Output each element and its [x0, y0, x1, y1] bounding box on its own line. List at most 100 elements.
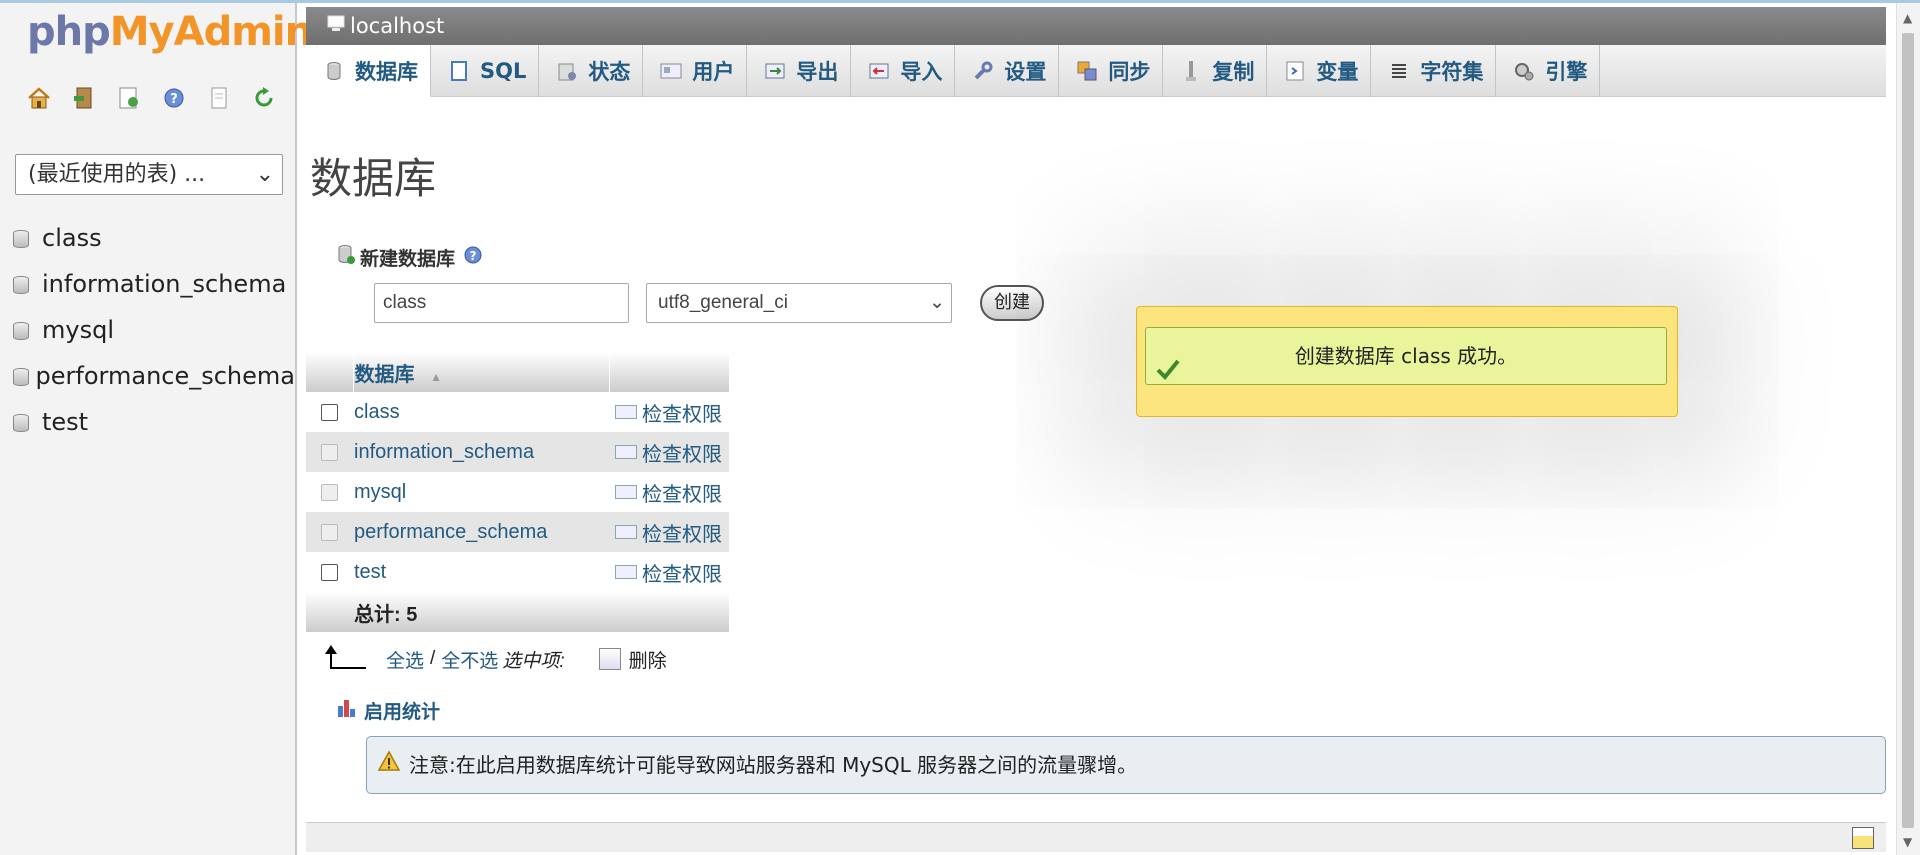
check-privileges-label: 检查权限 — [642, 483, 722, 506]
tab-label: 字符集 — [1420, 60, 1484, 84]
row-checkbox[interactable] — [321, 563, 338, 581]
exit-icon[interactable] — [71, 85, 96, 110]
help-icon[interactable]: ? — [463, 245, 483, 270]
privileges-icon — [615, 445, 637, 459]
main-panel: localhost 数据库 SQL 状态 用户 导出 导入 设置 同步 复制 变… — [306, 3, 1886, 855]
sidebar-item-test[interactable]: test — [0, 399, 295, 445]
tab-variables[interactable]: 变量 — [1267, 45, 1372, 97]
row-checkbox[interactable] — [321, 523, 338, 541]
sql-icon — [447, 59, 471, 83]
header-database-label: 数据库 — [354, 363, 415, 386]
tab-label: SQL — [480, 59, 527, 83]
success-message: 创建数据库 class 成功。 — [1294, 344, 1518, 368]
check-privileges-link[interactable]: 检查权限 — [615, 438, 729, 467]
scroll-down-icon[interactable]: ▼ — [1903, 835, 1912, 849]
table-row: performance_schema 检查权限 — [306, 512, 729, 552]
engines-icon — [1512, 59, 1536, 83]
sql-query-icon[interactable] — [116, 85, 141, 110]
database-icon — [322, 59, 346, 83]
check-privileges-link[interactable]: 检查权限 — [615, 478, 729, 507]
sidebar-item-mysql[interactable]: mysql — [0, 307, 295, 353]
recent-tables-value: (最近使用的表) ... — [28, 162, 206, 187]
database-link[interactable]: mysql — [354, 481, 406, 503]
sidebar-item-class[interactable]: class — [0, 215, 295, 261]
export-icon — [763, 59, 787, 83]
tab-databases[interactable]: 数据库 — [306, 45, 431, 97]
tab-users[interactable]: 用户 — [643, 45, 748, 97]
tab-label: 导出 — [796, 60, 839, 84]
help-icon[interactable]: ? — [161, 85, 186, 110]
tab-label: 引擎 — [1545, 60, 1588, 84]
check-privileges-label: 检查权限 — [642, 443, 722, 466]
tab-replication[interactable]: 复制 — [1163, 45, 1268, 97]
tab-charset[interactable]: 字符集 — [1371, 45, 1497, 97]
collation-value: utf8_general_ci — [658, 292, 788, 313]
console-icon[interactable] — [1852, 827, 1874, 849]
database-link[interactable]: class — [354, 401, 400, 423]
scroll-up-icon[interactable]: ▲ — [1903, 11, 1912, 25]
row-checkbox[interactable] — [321, 483, 338, 501]
warning-icon — [377, 737, 401, 793]
tab-label: 状态 — [588, 60, 631, 84]
home-icon[interactable] — [26, 85, 51, 110]
tab-engines[interactable]: 引擎 — [1496, 45, 1601, 97]
chevron-down-icon: ⌄ — [929, 292, 945, 313]
docs-icon[interactable] — [206, 85, 231, 110]
check-privileges-link[interactable]: 检查权限 — [615, 518, 729, 547]
row-checkbox[interactable] — [321, 403, 338, 421]
header-database[interactable]: 数据库 ▲ — [353, 352, 610, 392]
reload-icon[interactable] — [251, 85, 276, 110]
breadcrumb: localhost — [306, 7, 1886, 45]
select-all-link[interactable]: 全选 — [386, 646, 424, 673]
arrow-up-left-icon — [324, 645, 366, 673]
tab-export[interactable]: 导出 — [747, 45, 852, 97]
tab-status[interactable]: 状态 — [539, 45, 644, 97]
phpmyadmin-logo[interactable]: phpMyAdmin — [27, 9, 313, 55]
server-icon — [326, 7, 346, 45]
privileges-icon — [615, 485, 637, 499]
tab-sync[interactable]: 同步 — [1059, 45, 1164, 97]
quick-icons-bar: ? — [26, 85, 276, 110]
sidebar-item-information-schema[interactable]: information_schema — [0, 261, 295, 307]
tab-import[interactable]: 导入 — [851, 45, 956, 97]
row-checkbox[interactable] — [321, 443, 338, 461]
deselect-all-link[interactable]: 全不选 — [441, 646, 498, 673]
recent-tables-select[interactable]: (最近使用的表) ... ⌄ — [15, 154, 283, 195]
users-icon — [659, 59, 683, 83]
database-link[interactable]: test — [354, 561, 386, 583]
chevron-down-icon: ⌄ — [255, 162, 274, 187]
tab-label: 用户 — [692, 60, 735, 84]
variables-icon — [1283, 59, 1307, 83]
drop-icon[interactable] — [598, 648, 621, 670]
statistics-notice: 注意:在此启用数据库统计可能导致网站服务器和 MySQL 服务器之间的流量骤增。 — [366, 736, 1886, 794]
check-privileges-link[interactable]: 检查权限 — [615, 398, 729, 427]
with-selected-label: 选中项: — [502, 650, 565, 672]
database-link[interactable]: performance_schema — [354, 521, 547, 543]
tab-label: 导入 — [900, 60, 943, 84]
vertical-scrollbar[interactable]: ▲ ▼ — [1896, 3, 1920, 855]
header-checkbox-cell — [306, 352, 354, 392]
sidebar-item-performance-schema[interactable]: performance_schema — [0, 353, 295, 399]
tab-sql[interactable]: SQL — [431, 45, 540, 97]
tab-settings[interactable]: 设置 — [955, 45, 1060, 97]
enable-statistics-link[interactable]: 启用统计 — [336, 697, 440, 724]
breadcrumb-server[interactable]: localhost — [350, 7, 444, 45]
database-name-input[interactable] — [374, 283, 629, 323]
check-privileges-link[interactable]: 检查权限 — [615, 558, 729, 587]
database-icon — [12, 366, 29, 386]
database-link[interactable]: information_schema — [354, 441, 534, 463]
enable-statistics-label: 启用统计 — [364, 701, 441, 723]
charset-icon — [1387, 59, 1411, 83]
bar-chart-icon — [336, 698, 358, 723]
app-window: phpMyAdmin ? (最近使用的表) ... ⌄ class inform… — [0, 0, 1920, 855]
scrollbar-thumb[interactable] — [1902, 33, 1914, 828]
main-tabs: 数据库 SQL 状态 用户 导出 导入 设置 同步 复制 变量 字符集 引擎 — [306, 45, 1886, 97]
sort-asc-icon: ▲ — [430, 369, 442, 384]
create-button[interactable]: 创建 — [980, 285, 1044, 321]
header-actions — [609, 352, 730, 392]
console-bar — [306, 822, 1886, 852]
delete-button[interactable]: 删除 — [629, 646, 667, 673]
success-message-box: 创建数据库 class 成功。 — [1145, 327, 1667, 385]
collation-select[interactable]: utf8_general_ci ⌄ — [646, 283, 952, 323]
logo-php: php — [27, 9, 111, 55]
